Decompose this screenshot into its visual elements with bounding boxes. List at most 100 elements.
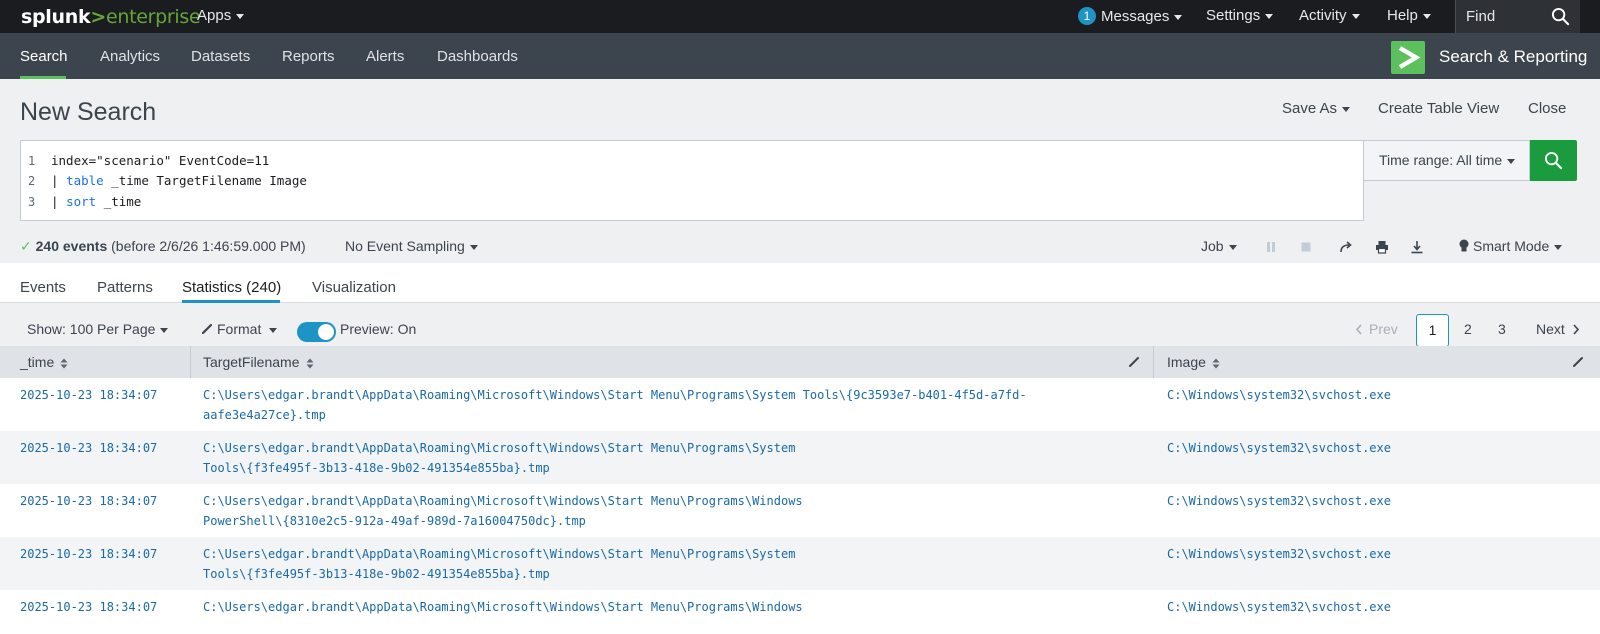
event-sampling-menu[interactable]: No Event Sampling [345,238,478,254]
lightbulb-icon [1459,239,1469,252]
chevron-down-icon [1507,158,1516,164]
search-button[interactable] [1530,140,1577,181]
messages-label: Messages [1101,8,1170,25]
stop-icon[interactable] [1300,240,1312,254]
targetfilename-cell-line2[interactable]: Tools\{f3fe495f-3b13-418e-9b02-491354e85… [203,458,550,478]
format-column-icon[interactable] [1128,356,1140,368]
column-header-time[interactable]: _time [20,354,68,370]
image-cell[interactable]: C:\Windows\system32\svchost.exe [1167,385,1391,405]
time-cell[interactable]: 2025-10-23 18:34:07 [20,544,157,564]
column-divider[interactable] [1153,346,1154,378]
appnav-datasets[interactable]: Datasets [191,48,250,65]
splunk-logo[interactable]: splunk>enterprise [21,6,201,28]
preview-toggle[interactable] [297,322,336,342]
sort-icon [60,358,68,369]
app-title[interactable]: Search & Reporting [1439,47,1587,67]
page-title: New Search [20,98,157,126]
targetfilename-cell-line1[interactable]: C:\Users\edgar.brandt\AppData\Roaming\Mi… [203,385,1027,405]
query-line-1: index="scenario" EventCode=11 [51,153,269,168]
tab-patterns[interactable]: Patterns [97,279,153,296]
targetfilename-cell-line1[interactable]: C:\Users\edgar.brandt\AppData\Roaming\Mi… [203,597,803,617]
time-cell[interactable]: 2025-10-23 18:34:07 [20,491,157,511]
next-label: Next [1536,321,1565,337]
logo-chevron: > [90,6,106,28]
appnav-reports[interactable]: Reports [282,48,335,65]
page-2-button[interactable]: 2 [1464,321,1472,337]
chevron-down-icon [1342,106,1351,112]
chevron-down-icon [1265,13,1274,19]
time-range-picker[interactable]: Time range: All time [1364,140,1530,181]
event-count: 240 events [35,238,108,254]
settings-menu[interactable]: Settings [1206,7,1274,24]
page-scrollbar[interactable] [1592,0,1600,634]
messages-menu[interactable]: 1 Messages [1078,7,1183,25]
tab-visualization[interactable]: Visualization [312,279,396,296]
tab-events[interactable]: Events [20,279,66,296]
search-query-editor[interactable]: 1 2 3 index="scenario" EventCode=11 | ta… [20,140,1364,221]
apps-menu[interactable]: Apps [197,7,245,24]
job-menu[interactable]: Job [1201,238,1237,254]
time-cell[interactable]: 2025-10-23 18:34:07 [20,385,157,405]
line-number: 3 [28,195,36,209]
time-cell[interactable]: 2025-10-23 18:34:07 [20,438,157,458]
save-as-menu[interactable]: Save As [1282,100,1351,117]
search-icon[interactable] [1551,7,1570,26]
query-text: | [51,173,67,188]
appnav-search[interactable]: Search [20,48,68,65]
table-row: 2025-10-23 18:34:07 C:\Users\edgar.brand… [0,484,1600,537]
create-table-view-button[interactable]: Create Table View [1378,100,1499,117]
column-header-image[interactable]: Image [1167,354,1220,370]
print-icon[interactable] [1375,240,1389,254]
share-icon[interactable] [1339,240,1353,254]
targetfilename-cell-line1[interactable]: C:\Users\edgar.brandt\AppData\Roaming\Mi… [203,544,795,564]
settings-label: Settings [1206,7,1261,24]
chevron-down-icon [469,244,478,250]
column-label: TargetFilename [203,354,300,370]
query-command-keyword: sort [66,194,97,209]
toggle-knob [318,324,334,340]
time-cell[interactable]: 2025-10-23 18:34:07 [20,597,157,617]
table-row: 2025-10-23 18:34:07 C:\Users\edgar.brand… [0,378,1600,431]
appnav-analytics[interactable]: Analytics [100,48,160,65]
image-cell[interactable]: C:\Windows\system32\svchost.exe [1167,597,1391,617]
image-cell[interactable]: C:\Windows\system32\svchost.exe [1167,438,1391,458]
appnav-dashboards[interactable]: Dashboards [437,48,518,65]
chevron-right-icon [1398,46,1421,69]
activity-menu[interactable]: Activity [1299,7,1360,24]
prev-page-button[interactable]: Prev [1355,321,1398,337]
check-icon: ✓ [20,238,32,254]
targetfilename-cell-line2[interactable]: Tools\{f3fe495f-3b13-418e-9b02-491354e85… [203,564,550,584]
image-cell[interactable]: C:\Windows\system32\svchost.exe [1167,491,1391,511]
apps-label: Apps [197,7,232,24]
close-button[interactable]: Close [1528,100,1566,117]
search-mode-label: Smart Mode [1473,238,1550,254]
next-page-button[interactable]: Next [1536,321,1580,337]
help-menu[interactable]: Help [1387,7,1431,24]
targetfilename-cell-line2[interactable]: aafe3e4a27ce}.tmp [203,405,326,425]
per-page-label: Show: 100 Per Page [27,321,156,337]
search-mode-menu[interactable]: Smart Mode [1458,238,1563,254]
pause-icon[interactable] [1265,240,1277,254]
targetfilename-cell-line1[interactable]: C:\Users\edgar.brandt\AppData\Roaming\Mi… [203,438,795,458]
find-input[interactable]: Find [1455,0,1580,33]
logo-product: enterprise [105,6,201,28]
appnav-alerts[interactable]: Alerts [366,48,404,65]
job-label: Job [1201,238,1224,254]
targetfilename-cell-line1[interactable]: C:\Users\edgar.brandt\AppData\Roaming\Mi… [203,491,803,511]
per-page-menu[interactable]: Show: 100 Per Page [27,321,169,337]
column-header-targetfilename[interactable]: TargetFilename [203,354,314,370]
export-icon[interactable] [1410,240,1424,254]
column-label: _time [20,354,55,370]
column-divider[interactable] [190,346,191,378]
chevron-down-icon [1228,244,1237,250]
tab-statistics[interactable]: Statistics (240) [182,279,281,296]
chevron-left-icon [1355,324,1362,335]
format-menu[interactable]: Format [201,321,278,337]
format-column-icon[interactable] [1572,356,1584,368]
image-cell[interactable]: C:\Windows\system32\svchost.exe [1167,544,1391,564]
active-tab-indicator [182,300,280,303]
page-3-button[interactable]: 3 [1498,321,1506,337]
page-1-button[interactable]: 1 [1416,314,1449,347]
targetfilename-cell-line2[interactable]: PowerShell\{8310e2c5-912a-49af-989d-7a16… [203,511,586,531]
chevron-down-icon [1351,13,1360,19]
